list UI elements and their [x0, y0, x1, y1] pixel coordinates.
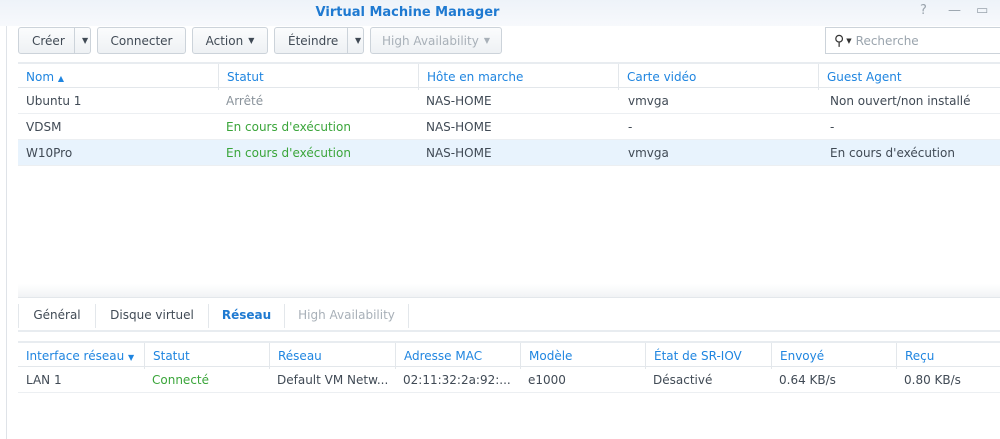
vm-table-header: Nom ▲ Statut Hôte en marche Carte vidéo …	[18, 62, 1000, 90]
col-video-card[interactable]: Carte vidéo	[618, 64, 818, 90]
col-model[interactable]: Modèle	[520, 343, 645, 369]
vm-video: -	[628, 120, 633, 134]
action-button[interactable]: Action ▼	[192, 27, 268, 54]
title-bar: Virtual Machine Manager ? — ▭	[0, 0, 1000, 26]
window-border	[6, 26, 7, 439]
panel-splitter[interactable]	[18, 284, 1000, 298]
search-placeholder: Recherche	[855, 33, 919, 48]
col-received[interactable]: Reçu	[896, 343, 1000, 369]
col-guest-agent[interactable]: Guest Agent	[818, 64, 1000, 90]
search-icon[interactable]: ⚲	[834, 33, 844, 49]
chevron-down-icon: ▼	[483, 36, 490, 45]
window-title: Virtual Machine Manager	[315, 5, 500, 20]
status: Connecté	[152, 373, 209, 387]
vm-status: En cours d'exécution	[226, 120, 351, 134]
vm-status: En cours d'exécution	[226, 146, 351, 160]
ha-label: High Availability	[382, 33, 479, 48]
shutdown-dropdown-icon[interactable]: ▼	[355, 36, 361, 45]
col-mac[interactable]: Adresse MAC	[395, 343, 520, 369]
network: Default VM Netw...	[277, 373, 389, 387]
vm-agent: -	[830, 120, 835, 134]
table-row-selected[interactable]: W10Pro En cours d'exécution NAS-HOME vmv…	[18, 140, 1000, 166]
help-icon[interactable]: ?	[920, 3, 927, 18]
col-status[interactable]: Statut	[218, 64, 418, 90]
sriov: Désactivé	[653, 373, 713, 387]
sort-asc-icon: ▲	[57, 74, 64, 83]
shutdown-button[interactable]: Éteindre ▼	[274, 27, 364, 54]
col-interface[interactable]: Interface réseau ▼	[18, 343, 144, 369]
vm-host: NAS-HOME	[426, 120, 492, 134]
action-label: Action	[205, 33, 244, 48]
create-button[interactable]: Créer ▼	[18, 27, 91, 54]
sort-desc-icon: ▼	[128, 353, 135, 362]
vm-video: vmvga	[628, 146, 669, 160]
high-availability-button[interactable]: High Availability ▼	[370, 27, 502, 54]
tab-network[interactable]: Réseau	[209, 304, 285, 328]
maximize-icon[interactable]: ▭	[976, 3, 988, 18]
vm-table: Nom ▲ Statut Hôte en marche Carte vidéo …	[18, 62, 1000, 166]
vm-host: NAS-HOME	[426, 146, 492, 160]
search-input[interactable]: ⚲ ▼ Recherche	[825, 27, 1000, 54]
vm-name: W10Pro	[26, 146, 73, 160]
interface: LAN 1	[26, 373, 62, 387]
table-row[interactable]: VDSM En cours d'exécution NAS-HOME - -	[18, 114, 1000, 140]
received: 0.80 KB/s	[904, 373, 961, 387]
vm-name: Ubuntu 1	[26, 94, 82, 108]
sent: 0.64 KB/s	[779, 373, 836, 387]
create-label: Créer	[32, 33, 65, 48]
vm-status: Arrêté	[226, 94, 264, 108]
detail-tabs: Général Disque virtuel Réseau High Avail…	[18, 300, 1000, 332]
mac: 02:11:32:2a:92:...	[403, 373, 511, 387]
vm-name: VDSM	[26, 120, 62, 134]
col-name[interactable]: Nom ▲	[18, 64, 218, 90]
col-host[interactable]: Hôte en marche	[418, 64, 618, 90]
model: e1000	[528, 373, 566, 387]
col-status[interactable]: Statut	[144, 343, 269, 369]
connect-button[interactable]: Connecter	[97, 27, 186, 54]
search-dropdown-icon[interactable]: ▼	[846, 37, 851, 45]
vm-video: vmvga	[628, 94, 669, 108]
minimize-icon[interactable]: —	[948, 3, 961, 18]
col-network[interactable]: Réseau	[269, 343, 395, 369]
tab-virtual-disk[interactable]: Disque virtuel	[96, 304, 209, 328]
vm-agent: En cours d'exécution	[830, 146, 955, 160]
vm-agent: Non ouvert/non installé	[830, 94, 971, 108]
table-row[interactable]: LAN 1 Connecté Default VM Netw... 02:11:…	[18, 367, 1000, 393]
create-dropdown-icon[interactable]: ▼	[82, 36, 88, 45]
table-row[interactable]: Ubuntu 1 Arrêté NAS-HOME vmvga Non ouver…	[18, 88, 1000, 114]
tab-general[interactable]: Général	[18, 304, 96, 328]
vm-host: NAS-HOME	[426, 94, 492, 108]
chevron-down-icon: ▼	[248, 36, 255, 45]
shutdown-label: Éteindre	[288, 33, 339, 48]
network-table-header: Interface réseau ▼ Statut Réseau Adresse…	[18, 341, 1000, 369]
col-sent[interactable]: Envoyé	[771, 343, 896, 369]
col-sriov[interactable]: État de SR-IOV	[645, 343, 771, 369]
tab-high-availability[interactable]: High Availability	[285, 304, 409, 328]
network-table: Interface réseau ▼ Statut Réseau Adresse…	[18, 341, 1000, 393]
